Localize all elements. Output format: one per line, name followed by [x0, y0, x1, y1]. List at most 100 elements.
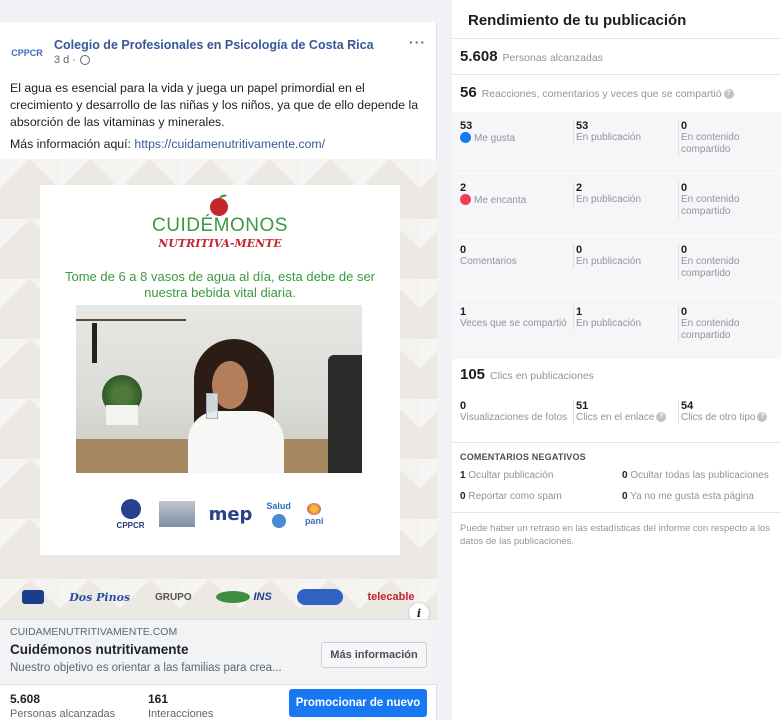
likes-value: 53: [460, 120, 473, 132]
stat-row-shares: 1 Veces que se compartió 1 En publicación …: [452, 298, 781, 360]
more-info-button[interactable]: Más información: [321, 642, 427, 668]
loves-value: 2: [460, 182, 467, 194]
apple-logo-icon: [210, 194, 228, 216]
more-info-label: Más información aquí:: [10, 137, 135, 151]
post-time[interactable]: 3 d ·: [54, 54, 76, 66]
post-performance-panel: Rendimiento de tu publicación 5.608 Pers…: [452, 0, 781, 720]
post-footer: 5.608 Personas alcanzadas 161 Interaccio…: [0, 684, 437, 720]
shares-on-post-value: 1: [576, 306, 583, 318]
divider: [452, 74, 781, 75]
post-image[interactable]: CUIDÉMONOS NUTRITIVA-MENTE Tome de 6 a 8…: [0, 159, 437, 619]
clicks-breakdown: 0 Visualizaciones de fotos 51 Clics en el …: [452, 392, 781, 436]
like-icon: [460, 132, 471, 143]
post-card: CPPCR Colegio de Profesionales en Psicol…: [0, 22, 437, 720]
unlike-page-stat: 0 Ya no me gusta esta página: [622, 491, 754, 502]
brand-title: CUIDÉMONOS: [152, 215, 288, 236]
interactions-value: 161: [148, 692, 169, 706]
clicks-stat: 105 Clics en publicaciones: [460, 366, 594, 383]
globe-icon: [80, 55, 91, 65]
divider: [452, 38, 781, 39]
loves-label: Me encanta: [474, 195, 527, 206]
hide-all-stat: 0 Ocultar todas las publicaciones: [622, 470, 769, 481]
info-icon[interactable]: i: [409, 603, 429, 619]
help-icon[interactable]: ?: [723, 89, 734, 100]
loves-on-post-value: 2: [576, 182, 583, 194]
partner-logos-row2: Dos Pinos GRUPO INS telecable: [0, 583, 437, 611]
shares-on-post-label: En publicación: [576, 318, 642, 329]
more-options-icon[interactable]: ···: [409, 34, 426, 50]
comments-shared-label: En contenido compartido: [681, 256, 740, 279]
link-clicks-value: 51: [576, 400, 589, 412]
reactions-breakdown: 53 Me gusta 53 En publicación 0 En contenid…: [452, 112, 781, 360]
reach-value: 5.608: [10, 692, 41, 706]
link-description: Nuestro objetivo es orientar a las famil…: [10, 662, 282, 674]
likes-on-post-label: En publicación: [576, 132, 642, 143]
panel-title: Rendimiento de tu publicación: [468, 12, 687, 29]
likes-shared-value: 0: [681, 120, 688, 132]
likes-label: Me gusta: [474, 133, 516, 144]
loves-on-post-label: En publicación: [576, 194, 642, 205]
loves-shared-label: En contenido compartido: [681, 194, 740, 217]
ministerio-salud-logo: Salud: [266, 501, 291, 528]
juice-brand-logo: [296, 589, 343, 605]
creative-headline: Tome de 6 a 8 vasos de agua al día, esta…: [64, 269, 376, 300]
dos-pinos-logo: Dos Pinos: [69, 590, 131, 604]
brand-subtitle: NUTRITIVA-MENTE: [158, 237, 282, 250]
shares-value: 1: [460, 306, 467, 318]
page-avatar[interactable]: CPPCR: [10, 42, 44, 64]
telecable-logo: telecable: [367, 591, 415, 603]
stat-row-loves: 2 Me encanta 2 En publicación 0 En contenid…: [452, 174, 781, 236]
link-title: Cuidémonos nutritivamente: [10, 642, 189, 657]
comments-value: 0: [460, 244, 467, 256]
grupo-logo: GRUPO: [154, 591, 192, 603]
page-name-link[interactable]: Colegio de Profesionales en Psicología d…: [54, 38, 374, 52]
comments-on-post-label: En publicación: [576, 256, 642, 267]
more-info-link[interactable]: https://cuidamenutritivamente.com/: [134, 137, 325, 151]
help-icon[interactable]: ?: [656, 412, 667, 423]
stat-row-comments: 0 Comentarios 0 En publicación 0 En conteni…: [452, 236, 781, 298]
link-preview[interactable]: CUIDAMENUTRITIVAMENTE.COM Cuidémonos nut…: [0, 619, 437, 684]
shares-shared-label: En contenido compartido: [681, 318, 740, 341]
help-icon[interactable]: ?: [757, 412, 768, 423]
stat-row-likes: 53 Me gusta 53 En publicación 0 En contenid…: [452, 112, 781, 174]
likes-on-post-value: 53: [576, 120, 589, 132]
photo-views-value: 0: [460, 400, 467, 412]
other-clicks-label: Clics de otro tipo: [681, 412, 756, 423]
negative-feedback-title: COMENTARIOS NEGATIVOS: [460, 452, 586, 462]
shares-shared-value: 0: [681, 306, 688, 318]
pani-logo: pani: [305, 502, 323, 526]
post-more-info: Más información aquí: https://cuidamenut…: [10, 137, 325, 151]
woman-drinking-water-photo: [76, 305, 362, 473]
hide-post-stat: 1 Ocultar publicación: [460, 470, 554, 481]
interactions-label: Interacciones: [148, 708, 214, 720]
comments-shared-value: 0: [681, 244, 688, 256]
shares-label: Veces que se compartió: [460, 318, 567, 329]
love-icon: [460, 194, 471, 205]
clicks-stat-value: 105: [460, 366, 486, 383]
reactions-stat-value: 56: [460, 84, 477, 101]
promote-again-button[interactable]: Promocionar de nuevo: [289, 689, 427, 717]
divider: [452, 512, 781, 513]
photo-views-label: Visualizaciones de fotos: [460, 412, 568, 423]
clicks-stat-label: Clics en publicaciones: [490, 370, 594, 382]
likes-shared-label: En contenido compartido: [681, 132, 740, 155]
reactions-stat-label: Reacciones, comentarios y veces que se c…: [482, 88, 734, 100]
report-spam-stat: 0 Reportar como spam: [460, 491, 562, 502]
nutricion-logo: [158, 501, 195, 527]
reach-stat-label: Personas alcanzadas: [502, 52, 603, 64]
link-clicks-label: Clics en el enlace: [576, 412, 655, 423]
post-text: El agua es esencial para la vida y juega…: [10, 81, 419, 129]
cppcr-logo: CPPCR: [117, 498, 145, 530]
reactions-stat: 56 Reacciones, comentarios y veces que s…: [460, 84, 734, 101]
mep-logo: mep: [208, 503, 253, 525]
other-clicks-value: 54: [681, 400, 694, 412]
link-domain: CUIDAMENUTRITIVAMENTE.COM: [10, 626, 178, 638]
creative-card: CUIDÉMONOS NUTRITIVA-MENTE Tome de 6 a 8…: [40, 185, 400, 555]
reach-label: Personas alcanzadas: [10, 708, 116, 720]
loves-shared-value: 0: [681, 182, 688, 194]
cc-logo: [22, 590, 45, 604]
comments-label: Comentarios: [460, 256, 517, 267]
stats-delay-note: Puede haber un retraso en las estadístic…: [460, 523, 770, 547]
divider: [452, 442, 781, 443]
post-header: CPPCR Colegio de Profesionales en Psicol…: [10, 34, 430, 74]
